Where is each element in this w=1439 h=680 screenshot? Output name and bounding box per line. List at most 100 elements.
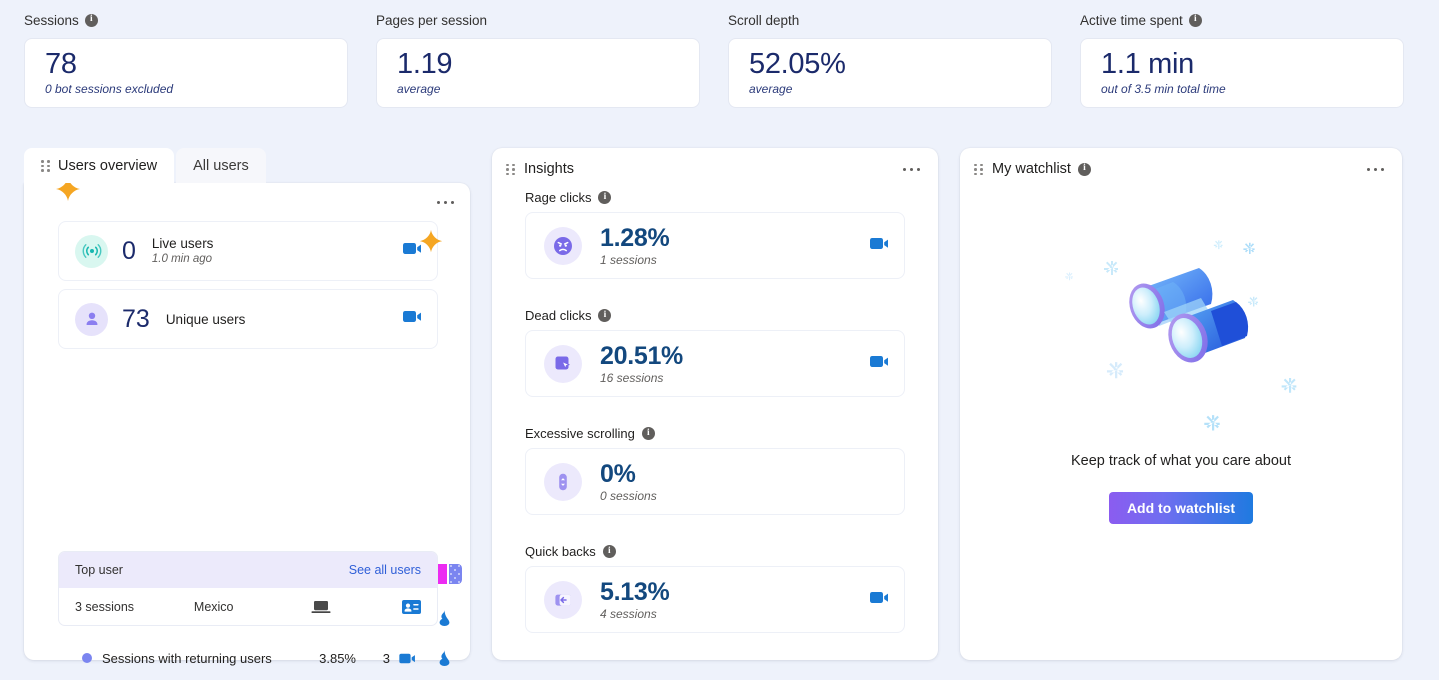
stat-row-unique-users[interactable]: 73 Unique users [58,289,438,349]
info-icon[interactable]: i [598,309,612,322]
binoculars-body [1129,268,1249,363]
kpi-value: 78 [45,48,77,80]
kpi-body: 1.19 average [376,38,700,108]
kpi-sublabel: average [397,82,441,96]
kpi-label-text: Sessions [24,12,79,28]
kpi-label-text: Scroll depth [728,12,800,28]
watchlist-empty-message: Keep track of what you care about [1070,453,1292,469]
top-user-country: Mexico [193,600,234,614]
insight-text: 1.28% 1 sessions [600,224,670,267]
legend-row-returning-users: Sessions with returning users 3.85% 3 [82,647,462,669]
drag-handle-icon[interactable] [506,163,515,176]
users-overview-panel: 0 Live users 1.0 min ago 73 Unique users [24,177,470,666]
insight-value: 1.28% [600,224,670,252]
insight-text: 5.13% 4 sessions [600,578,670,621]
insights-title: Insights [524,161,574,177]
kpi-body: 1.1 min out of 3.5 min total time [1080,38,1404,108]
video-recording-icon[interactable] [403,241,423,261]
drag-handle-icon[interactable] [974,163,983,176]
dashboard-page: Sessions i 78 0 bot sessions excluded Pa… [0,0,1439,680]
stat-row-live-users[interactable]: 0 Live users 1.0 min ago [58,221,438,281]
laptop-icon [311,600,402,614]
insight-group-dead-clicks: Dead clicks i 20.51% 16 sessions [525,308,905,397]
stat-value: 0 [122,236,136,265]
top-user-header: Top user See all users [59,552,437,588]
kpi-label: Scroll depth [728,10,1052,30]
tab-all-users[interactable]: All users [176,148,266,183]
legend-color-swatch [82,653,92,663]
video-recording-icon[interactable] [390,652,426,665]
info-icon[interactable]: i [641,427,655,440]
kpi-label-text: Active time spent [1080,12,1183,28]
kpi-card-sessions: Sessions i 78 0 bot sessions excluded [24,10,348,108]
stat-sublabel: 1.0 min ago [151,253,213,265]
watchlist-empty-state: Keep track of what you care about Add to… [960,190,1402,660]
info-icon[interactable]: i [598,191,612,204]
video-recording-icon[interactable] [870,590,890,610]
insight-label-text: Excessive scrolling [525,426,635,441]
angry-face-icon [544,226,582,265]
top-user-sessions: 3 sessions [75,600,135,614]
video-recording-icon[interactable] [870,236,890,256]
video-recording-icon[interactable] [403,309,423,329]
video-recording-icon[interactable] [870,354,890,374]
users-overview-more-options-icon[interactable] [435,195,456,210]
scroll-icon [544,462,582,501]
watchlist-panel: My watchlist i Keep track of what you ca… [960,148,1402,660]
top-user-row[interactable]: 3 sessions Mexico [59,588,437,625]
insight-card[interactable]: 20.51% 16 sessions [525,330,905,397]
watchlist-panel-header: My watchlist i [960,148,1402,190]
contact-card-icon[interactable] [402,600,421,614]
stat-value: 73 [122,304,150,333]
kpi-label-text: Pages per session [376,12,488,28]
heatmap-flame-icon[interactable] [426,650,462,666]
kpi-body: 78 0 bot sessions excluded [24,38,348,108]
person-icon [75,302,108,336]
insight-value: 20.51% [600,342,683,370]
kpi-value: 1.19 [397,48,453,80]
kpi-sublabel: average [749,82,793,96]
insight-label-text: Rage clicks [525,190,592,205]
drag-handle-icon[interactable] [41,160,50,172]
tab-label: Users overview [58,157,158,174]
kpi-sublabel: out of 3.5 min total time [1101,82,1226,96]
info-icon[interactable]: i [1077,162,1091,176]
tab-users-overview[interactable]: Users overview [24,148,175,183]
legend-count: 3 [382,650,390,666]
tab-label: All users [193,157,249,174]
insight-card[interactable]: 0% 0 sessions [525,448,905,515]
see-all-users-link[interactable]: See all users [349,563,421,577]
insight-label-text: Quick backs [525,544,596,559]
insight-card[interactable]: 5.13% 4 sessions [525,566,905,633]
insight-group-rage-clicks: Rage clicks i 1.28% 1 sessions [525,190,905,279]
kpi-card-scroll-depth: Scroll depth 52.05% average [728,10,1052,108]
kpi-label: Active time spent i [1080,10,1404,30]
insight-text: 0% 0 sessions [600,460,657,503]
users-panel-tabstrip: Users overview All users [24,148,266,183]
info-icon[interactable]: i [84,13,98,27]
info-icon[interactable]: i [602,545,616,558]
insight-sublabel: 4 sessions [600,607,657,621]
top-user-title: Top user [75,563,123,577]
watchlist-more-options-icon[interactable] [1365,162,1386,177]
info-icon[interactable]: i [1188,13,1202,27]
insight-label: Rage clicks i [525,190,905,205]
kpi-sublabel: 0 bot sessions excluded [45,82,174,96]
top-user-card: Top user See all users 3 sessions Mexico [58,551,438,626]
kpi-label: Pages per session [376,10,700,30]
insights-more-options-icon[interactable] [901,162,922,177]
insight-label: Dead clicks i [525,308,905,323]
add-to-watchlist-button[interactable]: Add to watchlist [1108,492,1254,524]
stat-text: Unique users [166,311,246,328]
kpi-card-pages-per-session: Pages per session 1.19 average [376,10,700,108]
insight-value: 5.13% [600,578,670,606]
watchlist-title: My watchlist [992,161,1071,177]
broadcast-icon [75,234,108,268]
insight-card[interactable]: 1.28% 1 sessions [525,212,905,279]
insight-sublabel: 16 sessions [600,371,664,385]
legend-label: Sessions with returning users [102,650,272,666]
insight-value: 0% [600,460,636,488]
binoculars-illustration [1065,240,1297,431]
insights-panel-header: Insights [492,148,938,190]
stat-text: Live users 1.0 min ago [152,235,214,267]
